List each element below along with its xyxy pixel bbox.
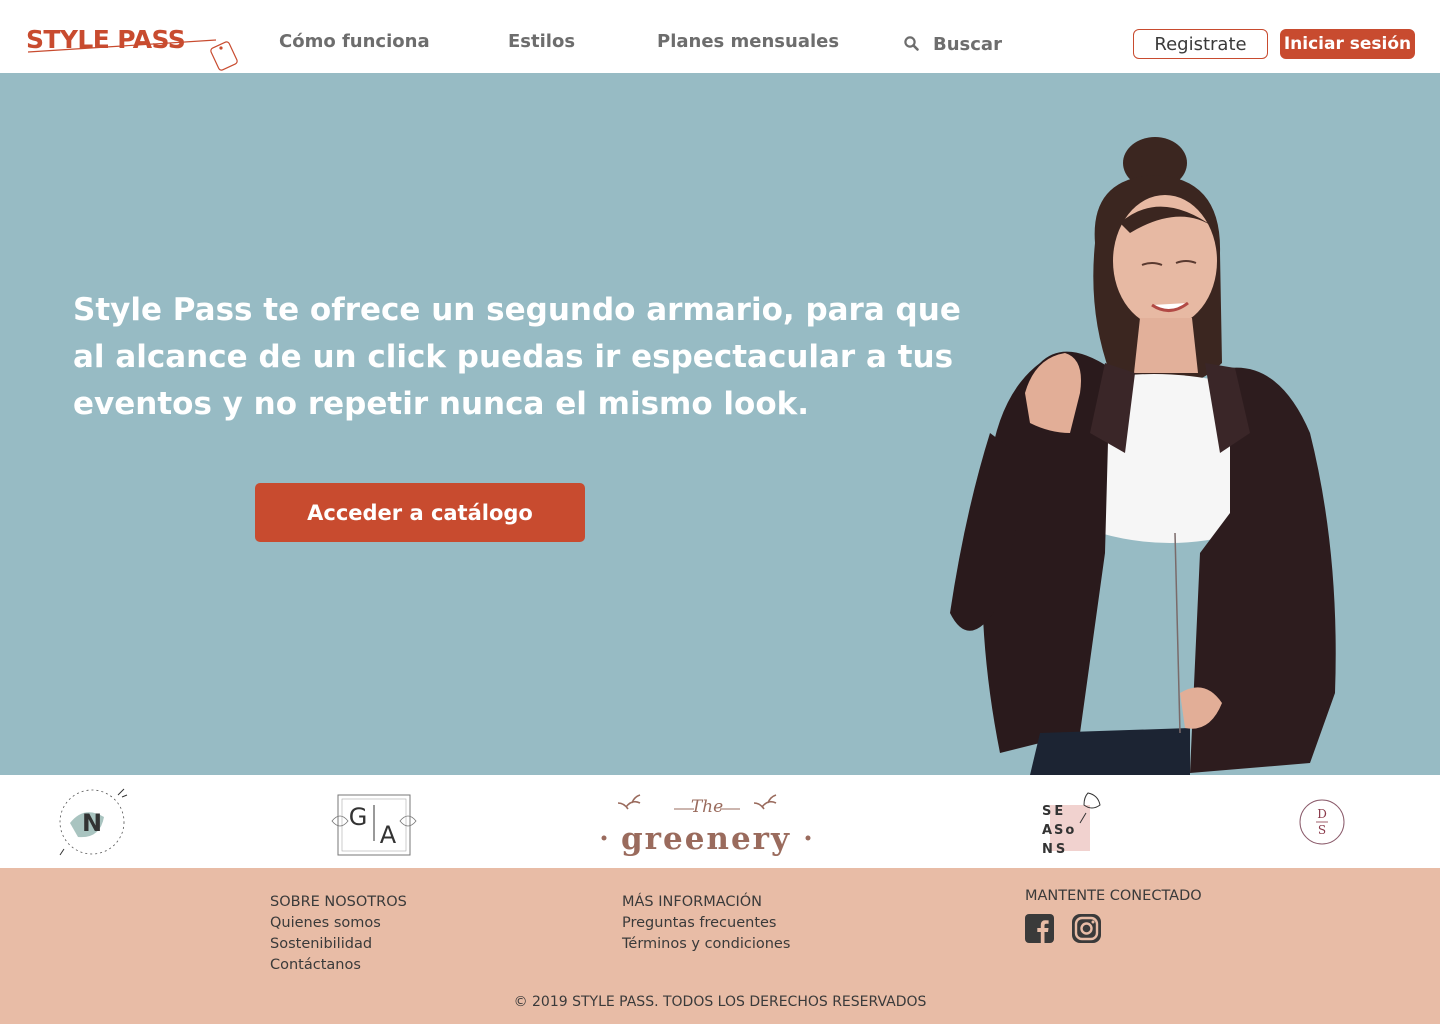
footer-social-heading: MANTENTE CONECTADO (1025, 888, 1202, 904)
search-icon (903, 35, 921, 53)
search-label: Buscar (933, 33, 1002, 55)
facebook-icon[interactable] (1025, 914, 1054, 943)
model-photo (950, 137, 1336, 775)
login-button[interactable]: Iniciar sesión (1280, 29, 1415, 59)
footer-link-faq[interactable]: Preguntas frecuentes (622, 913, 790, 934)
brand-logo-nature[interactable]: N (52, 783, 132, 861)
brand-logo-ds[interactable]: D S (1294, 783, 1350, 861)
catalog-cta-button[interactable]: Acceder a catálogo (255, 483, 585, 542)
brand-ds-d: D (1317, 807, 1327, 821)
nav-planes-mensuales[interactable]: Planes mensuales (657, 31, 839, 52)
footer-social: MANTENTE CONECTADO (1025, 888, 1202, 943)
instagram-icon[interactable] (1072, 914, 1101, 943)
footer-link-terminos[interactable]: Términos y condiciones (622, 934, 790, 955)
brand-logo-ga[interactable]: G A (328, 783, 420, 861)
style-pass-logo[interactable]: STYLE PASS (26, 26, 241, 72)
brand-seasons-line2: ASo (1042, 823, 1076, 838)
hero-section: Style Pass te ofrece un segundo armario,… (0, 73, 1440, 775)
footer-link-contactanos[interactable]: Contáctanos (270, 955, 407, 976)
footer-link-quienes-somos[interactable]: Quienes somos (270, 913, 407, 934)
brand-seasons-line1: SE (1042, 804, 1066, 819)
copyright-text: © 2019 STYLE PASS. TODOS LOS DERECHOS RE… (513, 994, 927, 1010)
register-button[interactable]: Registrate (1133, 29, 1268, 59)
site-footer: SOBRE NOSOTROS Quienes somos Sostenibili… (0, 868, 1440, 1024)
nav-estilos[interactable]: Estilos (508, 31, 575, 52)
footer-about-heading: SOBRE NOSOTROS (270, 894, 407, 910)
footer-info-heading: MÁS INFORMACIÓN (622, 894, 763, 910)
svg-text:STYLE PASS: STYLE PASS (26, 26, 185, 54)
footer-col-info: MÁS INFORMACIÓN Preguntas frecuentes Tér… (622, 892, 790, 955)
search-button[interactable]: Buscar (903, 30, 1002, 58)
brand-n-letter: N (82, 809, 102, 837)
brand-ga-g: G (349, 803, 368, 831)
brand-logo-seasons[interactable]: SE ASo NS (1028, 783, 1108, 861)
site-header: STYLE PASS Cómo funciona Estilos Planes … (0, 0, 1440, 73)
brand-seasons-line3: NS (1042, 842, 1068, 857)
nav-como-funciona[interactable]: Cómo funciona (279, 31, 430, 52)
brand-greenery-the: The (691, 797, 723, 817)
brand-ga-a: A (380, 821, 397, 849)
brand-ds-s: S (1318, 823, 1326, 837)
brand-logo-greenery[interactable]: The greenery (598, 783, 814, 861)
footer-link-sostenibilidad[interactable]: Sostenibilidad (270, 934, 407, 955)
footer-col-about: SOBRE NOSOTROS Quienes somos Sostenibili… (270, 892, 407, 976)
hero-headline: Style Pass te ofrece un segundo armario,… (73, 292, 961, 422)
logo-tag-graphic: STYLE PASS (26, 26, 238, 71)
brand-greenery-word: greenery (621, 821, 791, 857)
brand-logos-strip: N G A The greenery SE ASo NS D S (0, 775, 1440, 868)
